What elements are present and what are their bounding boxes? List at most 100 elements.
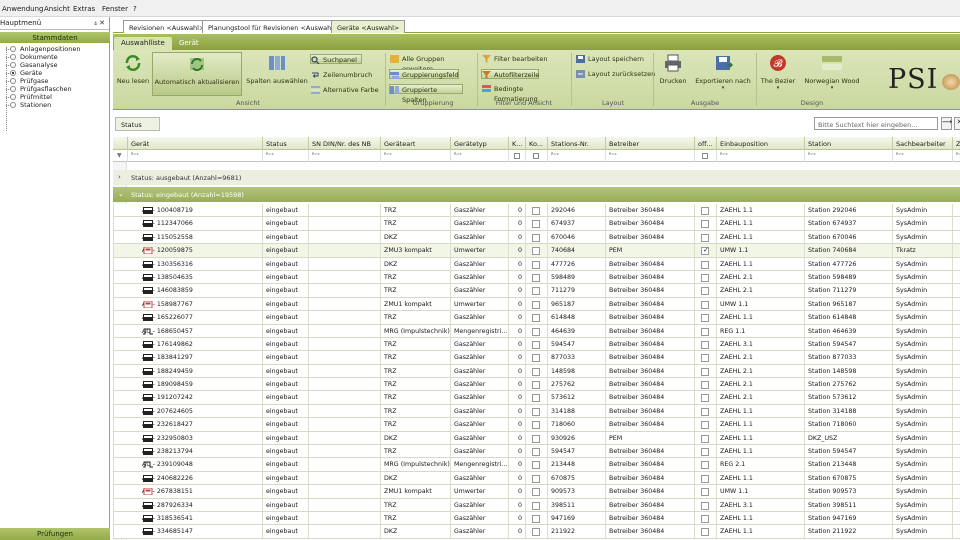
table-cell[interactable]: 0	[508, 378, 525, 392]
table-row[interactable]: AC - 232950803 eingebaut DKZ Gaszähler 0 9309…	[113, 431, 960, 446]
layout-zuruecksetzen-button[interactable]: Layout zurücksetzen	[576, 69, 656, 79]
table-row[interactable]: AC - 207624605 eingebaut TRZ Gaszähler 0 3141…	[113, 404, 960, 419]
filter-cell[interactable]: ᴿ⁼ᶜ	[605, 150, 694, 162]
table-cell[interactable]	[525, 418, 547, 432]
table-row[interactable]: AC - 158987767 eingebaut ZMU1 kompakt Umwer…	[113, 297, 960, 312]
nav-item[interactable]: Prüfmittel	[0, 93, 110, 101]
tab-revisionen[interactable]: Revisionen <Auswahl>	[123, 20, 211, 33]
nav-item[interactable]: Anlagenpositionen	[0, 45, 110, 53]
column-header[interactable]: K...	[508, 137, 525, 150]
table-cell[interactable]	[694, 244, 716, 258]
table-cell[interactable]: 0	[508, 324, 525, 338]
table-cell[interactable]	[525, 378, 547, 392]
search-go-button[interactable]: ⟶	[941, 117, 952, 130]
menu-ansicht[interactable]: Ansicht	[44, 5, 70, 13]
table-cell[interactable]: 0	[508, 244, 525, 258]
exportieren-button[interactable]: Exportieren nach ▾	[693, 54, 753, 91]
table-row[interactable]: AC - 189098459 eingebaut TRZ Gaszähler 0 2757…	[113, 378, 960, 392]
group-row-ausgebaut[interactable]: › Status: ausgebaut (Anzahl=9681)	[113, 170, 960, 185]
table-cell[interactable]	[694, 391, 716, 405]
filter-checkbox[interactable]	[533, 153, 539, 159]
off-checkbox[interactable]	[701, 220, 709, 229]
ko-checkbox[interactable]	[532, 461, 540, 470]
table-cell[interactable]: 0	[508, 458, 525, 472]
table-cell[interactable]: 0	[508, 498, 525, 512]
table-cell[interactable]	[694, 511, 716, 525]
off-checkbox[interactable]	[701, 300, 709, 309]
alle-gruppen-button[interactable]: Alle Gruppen erweitern	[390, 54, 476, 73]
table-cell[interactable]	[525, 244, 547, 258]
ko-checkbox[interactable]	[532, 207, 540, 215]
ko-checkbox[interactable]	[532, 394, 540, 403]
table-cell[interactable]	[525, 351, 547, 365]
table-cell[interactable]	[694, 378, 716, 392]
table-cell[interactable]: 0	[508, 230, 525, 244]
column-header[interactable]: off...	[694, 137, 716, 150]
table-cell[interactable]: 0	[508, 418, 525, 432]
drucken-button[interactable]: Drucken	[656, 54, 690, 85]
table-cell[interactable]	[525, 311, 547, 325]
table-row[interactable]: AC - 112347066 eingebaut TRZ Gaszähler 0 6749…	[113, 217, 960, 231]
menu-anwendung[interactable]: Anwendung	[2, 5, 43, 13]
ko-checkbox[interactable]	[532, 434, 540, 443]
table-row[interactable]: AC - 240682226 eingebaut DKZ Gaszähler 0 6708…	[113, 471, 960, 486]
table-cell[interactable]	[525, 204, 547, 217]
table-row[interactable]: AC - 318536541 eingebaut TRZ Gaszähler 0 9471…	[113, 511, 960, 526]
table-cell[interactable]: 0	[508, 471, 525, 485]
off-checkbox[interactable]	[701, 247, 709, 256]
table-cell[interactable]	[694, 485, 716, 499]
table-cell[interactable]	[525, 257, 547, 271]
off-checkbox[interactable]	[701, 367, 709, 376]
ko-checkbox[interactable]	[532, 421, 540, 430]
table-cell[interactable]	[525, 217, 547, 231]
filter-checkbox[interactable]	[702, 153, 708, 159]
table-cell[interactable]: 0	[508, 445, 525, 459]
filter-cell[interactable]: ᴿ⁼ᶜ	[262, 150, 308, 162]
off-checkbox[interactable]	[701, 354, 709, 363]
ko-checkbox[interactable]	[532, 407, 540, 416]
table-cell[interactable]: 0	[508, 391, 525, 405]
auto-refresh-button[interactable]: Automatisch aktualisieren	[152, 52, 242, 96]
nav-item[interactable]: Dokumente	[0, 53, 110, 61]
table-cell[interactable]: 0	[508, 337, 525, 351]
table-cell[interactable]	[525, 498, 547, 512]
ko-checkbox[interactable]	[532, 528, 540, 537]
off-checkbox[interactable]	[701, 314, 709, 323]
filter-cell[interactable]: ᴿ⁼ᶜ	[952, 150, 960, 162]
filter-cell[interactable]	[694, 150, 716, 162]
neu-lesen-button[interactable]: Neu lesen	[116, 54, 150, 85]
off-checkbox[interactable]	[701, 233, 709, 242]
table-cell[interactable]: 0	[508, 217, 525, 231]
ko-checkbox[interactable]	[532, 381, 540, 390]
table-cell[interactable]	[525, 525, 547, 539]
table-cell[interactable]: 0	[508, 511, 525, 525]
table-row[interactable]: AC - 239109048 eingebaut MRG (Impulstechni…	[113, 458, 960, 472]
table-cell[interactable]	[525, 458, 547, 472]
column-header[interactable]: SN DIN/Nr. des NB	[308, 137, 380, 150]
table-cell[interactable]	[525, 471, 547, 485]
table-cell[interactable]	[694, 364, 716, 378]
ko-checkbox[interactable]	[532, 448, 540, 457]
table-cell[interactable]	[694, 324, 716, 338]
table-row[interactable]: AC - 176149862 eingebaut TRZ Gaszähler 0 5945…	[113, 337, 960, 352]
column-header[interactable]: Status	[262, 137, 308, 150]
theme-norwegian-button[interactable]: Norwegian Wood ▾	[801, 54, 863, 91]
nav-item[interactable]: Prüfgase	[0, 77, 110, 85]
table-cell[interactable]	[694, 204, 716, 217]
table-cell[interactable]	[694, 431, 716, 445]
off-checkbox[interactable]	[701, 461, 709, 470]
column-header[interactable]: Gerät	[127, 137, 262, 150]
table-cell[interactable]	[694, 445, 716, 459]
filter-cell[interactable]: ᴿ⁼ᶜ	[308, 150, 380, 162]
column-header[interactable]: Geräteart	[380, 137, 450, 150]
table-row[interactable]: AC - 168650457 eingebaut MRG (Impulstechni…	[113, 324, 960, 338]
table-row[interactable]: AC - 165226077 eingebaut TRZ Gaszähler 0 6148…	[113, 311, 960, 325]
table-row[interactable]: AC - 191207242 eingebaut TRZ Gaszähler 0 5736…	[113, 391, 960, 405]
table-cell[interactable]	[694, 471, 716, 485]
pruefungen-header[interactable]: Prüfungen	[0, 528, 110, 540]
theme-bezier-button[interactable]: 𝓑 The Bezier ▾	[759, 54, 797, 91]
tab-auswahlliste[interactable]: Auswahlliste	[114, 37, 172, 50]
table-cell[interactable]	[525, 230, 547, 244]
column-header[interactable]: Betreiber	[605, 137, 694, 150]
table-cell[interactable]	[525, 337, 547, 351]
